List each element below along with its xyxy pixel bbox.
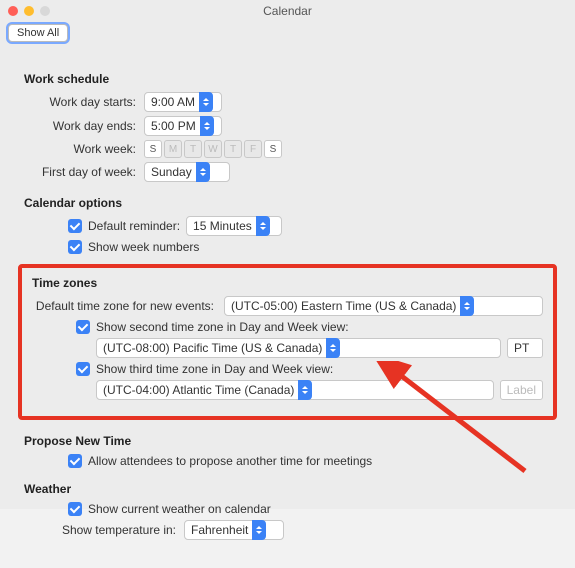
work-day-ends-label: Work day ends:	[24, 119, 144, 133]
toolbar: Show All	[0, 22, 575, 48]
day-toggle-wed[interactable]: W	[204, 140, 222, 158]
third-tz-checkbox[interactable]	[76, 362, 90, 376]
section-weather: Weather	[24, 482, 551, 496]
second-tz-check-label: Show second time zone in Day and Week vi…	[96, 320, 349, 334]
stepper-icon	[460, 296, 474, 316]
work-day-starts-select[interactable]: 9:00 AM	[144, 92, 222, 112]
default-reminder-label: Default reminder:	[88, 219, 180, 233]
show-week-numbers-label: Show week numbers	[88, 240, 199, 254]
default-reminder-checkbox[interactable]	[68, 219, 82, 233]
section-calendar-options: Calendar options	[24, 196, 551, 210]
stepper-icon	[199, 92, 213, 112]
work-week-days: S M T W T F S	[144, 140, 282, 158]
day-toggle-sun[interactable]: S	[144, 140, 162, 158]
day-toggle-fri[interactable]: F	[244, 140, 262, 158]
temperature-label: Show temperature in:	[54, 523, 184, 537]
show-all-button[interactable]: Show All	[8, 24, 68, 42]
third-tz-check-label: Show third time zone in Day and Week vie…	[96, 362, 333, 376]
section-time-zones: Time zones	[32, 276, 543, 290]
day-toggle-tue[interactable]: T	[184, 140, 202, 158]
propose-allow-checkbox[interactable]	[68, 454, 82, 468]
preferences-window: Calendar Show All Work schedule Work day…	[0, 0, 575, 509]
day-toggle-mon[interactable]: M	[164, 140, 182, 158]
first-day-select[interactable]: Sunday	[144, 162, 230, 182]
section-work-schedule: Work schedule	[24, 72, 551, 86]
window-title: Calendar	[0, 4, 575, 18]
stepper-icon	[298, 380, 312, 400]
minimize-window-button[interactable]	[24, 6, 34, 16]
close-window-button[interactable]	[8, 6, 18, 16]
default-reminder-select[interactable]: 15 Minutes	[186, 216, 282, 236]
third-tz-select[interactable]: (UTC-04:00) Atlantic Time (Canada)	[96, 380, 494, 400]
third-tz-label-input[interactable]: Label	[500, 380, 543, 400]
show-week-numbers-checkbox[interactable]	[68, 240, 82, 254]
day-toggle-thu[interactable]: T	[224, 140, 242, 158]
temperature-select[interactable]: Fahrenheit	[184, 520, 284, 540]
stepper-icon	[326, 338, 340, 358]
stepper-icon	[196, 162, 210, 182]
preferences-content: Work schedule Work day starts: 9:00 AM W…	[0, 48, 575, 568]
stepper-icon	[256, 216, 270, 236]
stepper-icon	[252, 520, 266, 540]
weather-show-checkbox[interactable]	[68, 502, 82, 516]
zoom-window-button[interactable]	[40, 6, 50, 16]
first-day-label: First day of week:	[24, 165, 144, 179]
traffic-lights	[8, 6, 50, 16]
second-tz-select[interactable]: (UTC-08:00) Pacific Time (US & Canada)	[96, 338, 501, 358]
weather-show-label: Show current weather on calendar	[88, 502, 271, 516]
default-tz-label: Default time zone for new events:	[32, 299, 218, 313]
day-toggle-sat[interactable]: S	[264, 140, 282, 158]
titlebar: Calendar	[0, 0, 575, 22]
second-tz-label-input[interactable]: PT	[507, 338, 543, 358]
section-propose-new-time: Propose New Time	[24, 434, 551, 448]
work-day-ends-select[interactable]: 5:00 PM	[144, 116, 222, 136]
default-tz-select[interactable]: (UTC-05:00) Eastern Time (US & Canada)	[224, 296, 543, 316]
stepper-icon	[200, 116, 214, 136]
time-zones-section: Time zones Default time zone for new eve…	[18, 264, 557, 420]
work-day-starts-label: Work day starts:	[24, 95, 144, 109]
second-tz-checkbox[interactable]	[76, 320, 90, 334]
work-week-label: Work week:	[24, 142, 144, 156]
propose-allow-label: Allow attendees to propose another time …	[88, 454, 372, 468]
